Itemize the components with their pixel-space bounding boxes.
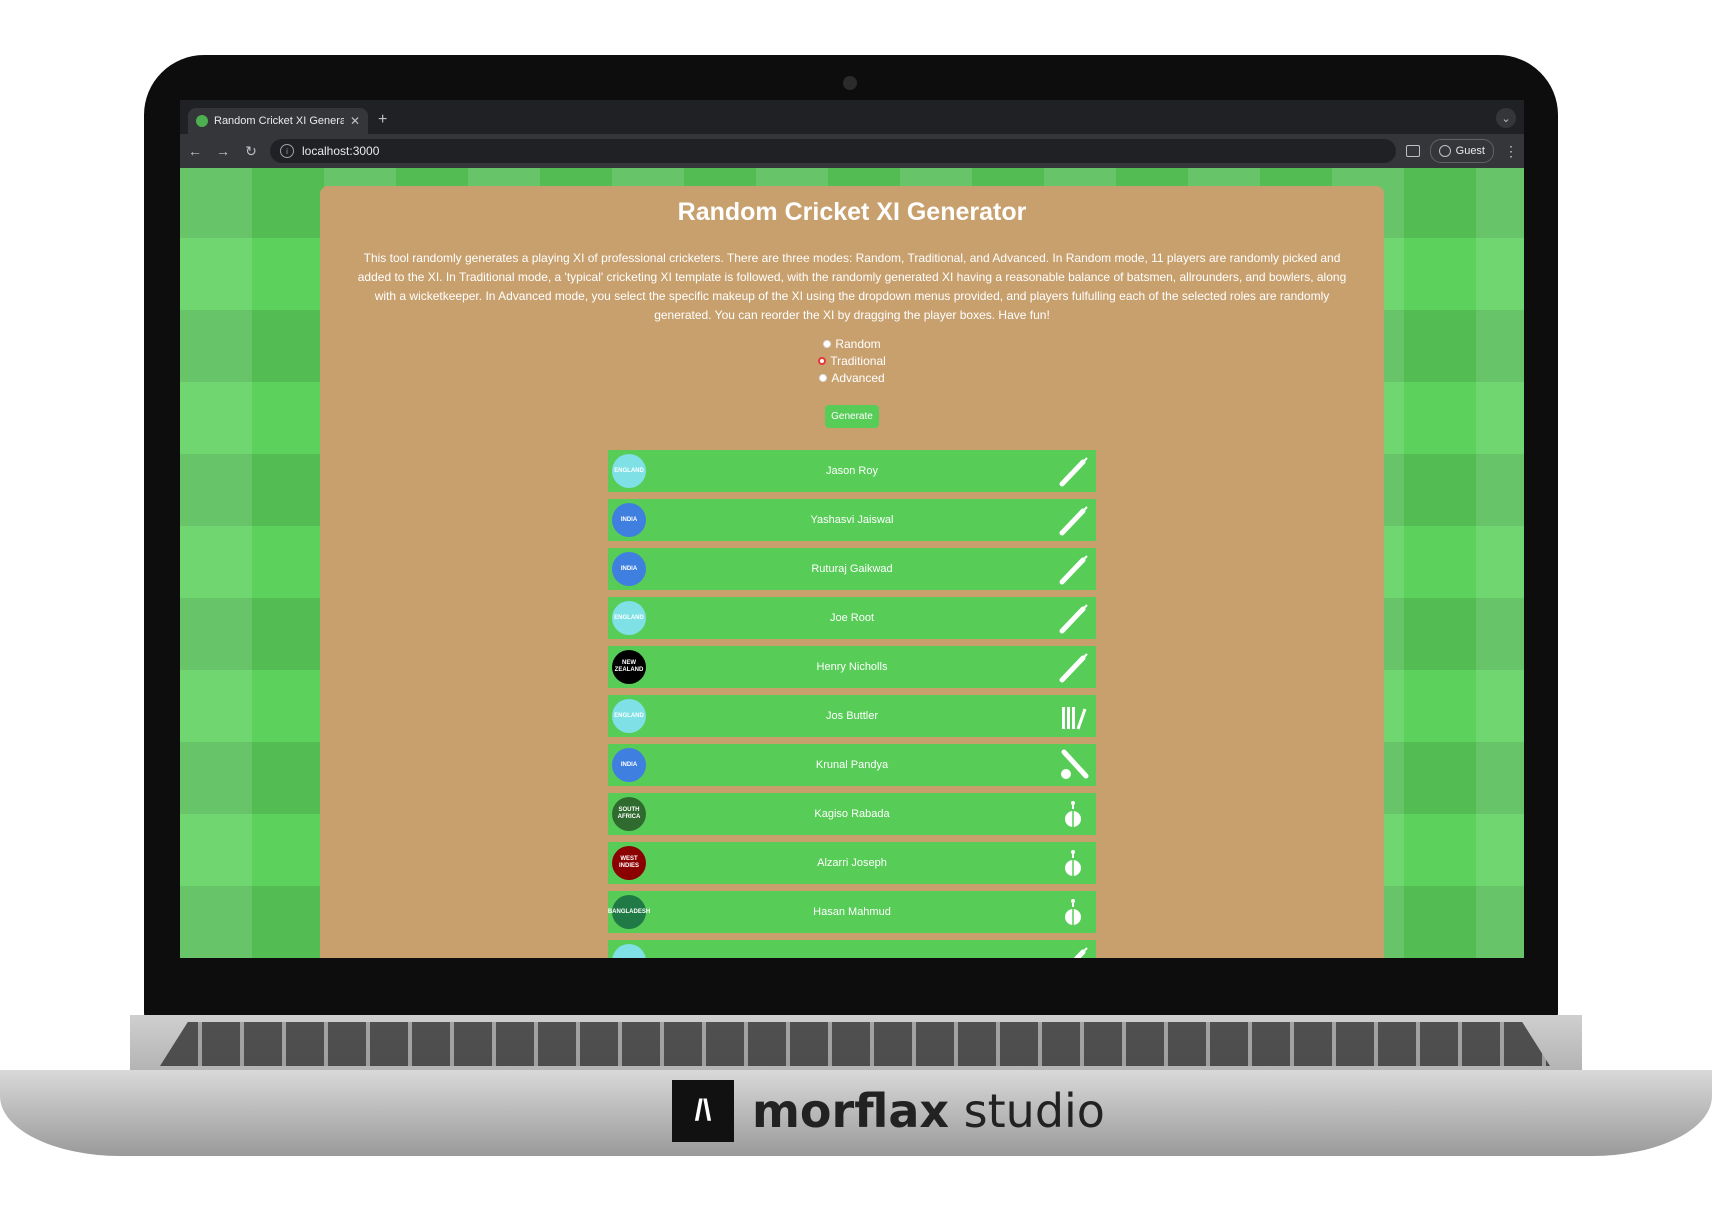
browser-toolbar: ← → ↻ i localhost:3000 Guest ⋮ [180,134,1524,168]
keyboard [160,1022,1550,1066]
role-bat-icon [1056,944,1090,958]
role-bat-icon [1056,552,1090,586]
tab-title: Random Cricket XI Generator [214,115,344,127]
role-bat-icon [1056,650,1090,684]
player-row[interactable]: ENGLAND Jason Roy [608,450,1096,492]
player-row[interactable]: SOUTH AFRICA Kagiso Rabada [608,793,1096,835]
new-tab-icon[interactable]: + [378,111,387,129]
address-bar[interactable]: i localhost:3000 [270,139,1396,163]
player-row[interactable]: NEW ZEALAND Henry Nicholls [608,646,1096,688]
player-list: ENGLAND Jason Roy INDIA Yashasvi Jaiswal IND… [320,450,1384,958]
player-name: Jos Buttler [826,710,878,722]
content-panel: Random Cricket XI Generator This tool ra… [320,186,1384,958]
mode-random[interactable]: Random [823,337,881,351]
mode-advanced[interactable]: Advanced [819,371,885,385]
player-name: Henry Nicholls [816,661,888,673]
player-row[interactable]: INDIA Yashasvi Jaiswal [608,499,1096,541]
player-row[interactable]: BANGLADESH Hasan Mahmud [608,891,1096,933]
player-name: Jason Roy [826,465,878,477]
role-bat-icon [1056,601,1090,635]
info-icon[interactable]: i [280,144,294,158]
player-name: Hasan Mahmud [813,906,891,918]
role-bat-icon [1056,454,1090,488]
player-name: Krunal Pandya [815,759,889,771]
forward-icon[interactable]: → [214,143,232,159]
role-bat-icon [1056,503,1090,537]
page-title: Random Cricket XI Generator [677,198,1027,226]
more-menu-icon[interactable]: ⋮ [1504,143,1518,160]
player-name: Alzarri Joseph [817,857,887,869]
close-icon[interactable]: ✕ [350,114,360,128]
favicon-icon [196,115,208,127]
player-row[interactable]: ENGLAND Jos Buttler [608,695,1096,737]
profile-button[interactable]: Guest [1429,139,1494,163]
page-viewport: Random Cricket XI Generator This tool ra… [180,168,1524,958]
url-text: localhost:3000 [302,144,380,158]
generate-button[interactable]: Generate [825,405,879,428]
player-row[interactable]: WEST INDIES Alzarri Joseph [608,842,1096,884]
player-name: Ruturaj Gaikwad [811,563,893,575]
mode-traditional[interactable]: Traditional [818,354,886,368]
player-row[interactable]: INDIA Krunal Pandya [608,744,1096,786]
browser-tab[interactable]: Random Cricket XI Generator ✕ [188,108,368,134]
player-name: Joe Root [829,612,875,624]
radio-icon[interactable] [823,340,832,348]
profile-label: Guest [1455,145,1485,157]
brand-logo-icon: /\ [672,1080,734,1142]
brand-name: morflax [752,1084,950,1138]
player-row[interactable] [608,940,1096,958]
team-flag-icon [612,944,646,958]
player-name: Yashasvi Jaiswal [810,514,894,526]
role-bowl-icon [1056,846,1090,880]
player-row[interactable]: ENGLAND Joe Root [608,597,1096,639]
player-name: Kagiso Rabada [814,808,890,820]
reload-icon[interactable]: ↻ [242,143,260,160]
brand-watermark: /\ morflax studio [672,1080,1105,1142]
brand-suffix: studio [963,1084,1105,1138]
role-wk-icon [1056,699,1090,733]
player-row[interactable]: INDIA Ruturaj Gaikwad [608,548,1096,590]
role-ar-icon [1056,748,1090,782]
radio-icon[interactable] [819,374,828,382]
chevron-down-icon[interactable]: ⌄ [1496,108,1516,128]
role-bowl-icon [1056,895,1090,929]
mode-selector: Random Traditional Advanced [320,337,1384,385]
screen: Random Cricket XI Generator ✕ + ⌄ ← → ↻ … [180,100,1524,958]
tab-bar: Random Cricket XI Generator ✕ + ⌄ [180,100,1524,134]
radio-selected-icon[interactable] [818,357,827,365]
side-panel-icon[interactable] [1405,145,1420,157]
back-icon[interactable]: ← [186,143,204,159]
camera-icon [843,76,857,90]
role-bowl-icon [1056,797,1090,831]
profile-icon [1438,145,1451,157]
page-description: This tool randomly generates a playing X… [357,251,1347,322]
